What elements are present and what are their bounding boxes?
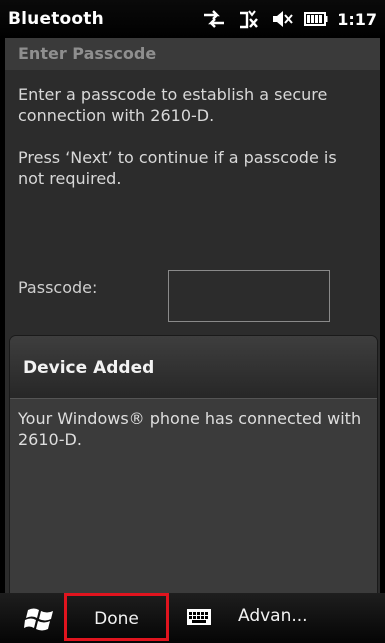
windows-start-icon[interactable] [24,604,58,634]
done-button-label: Done [94,609,139,629]
dialog-message: Your Windows® phone has connected with 2… [10,398,377,593]
battery-icon[interactable] [303,8,329,30]
status-icons: 1:17 [201,8,377,30]
app-title: Bluetooth [8,9,104,29]
advanced-button[interactable]: Advan... [238,606,308,626]
clock[interactable]: 1:17 [337,10,377,29]
softkey-bar: Done Advan... [0,593,385,643]
instruction-text: Enter a passcode to establish a secure c… [18,85,328,125]
passcode-input[interactable] [168,270,330,322]
next-hint-text: Press ‘Next’ to continue if a passcode i… [18,148,337,188]
device-added-dialog: Device Added Your Windows® phone has con… [10,336,377,593]
passcode-label: Passcode: [18,278,98,297]
volume-muted-icon[interactable] [269,8,295,30]
signal-off-icon[interactable] [235,8,261,30]
done-button[interactable]: Done [64,593,169,641]
passcode-screen: Enter Passcode Enter a passcode to estab… [5,38,380,593]
status-bar: Bluetooth 1:17 [0,0,385,38]
dialog-title: Device Added [10,336,377,398]
keyboard-icon[interactable] [186,607,212,627]
page-heading: Enter Passcode [5,38,380,70]
connectivity-icon[interactable] [201,8,227,30]
